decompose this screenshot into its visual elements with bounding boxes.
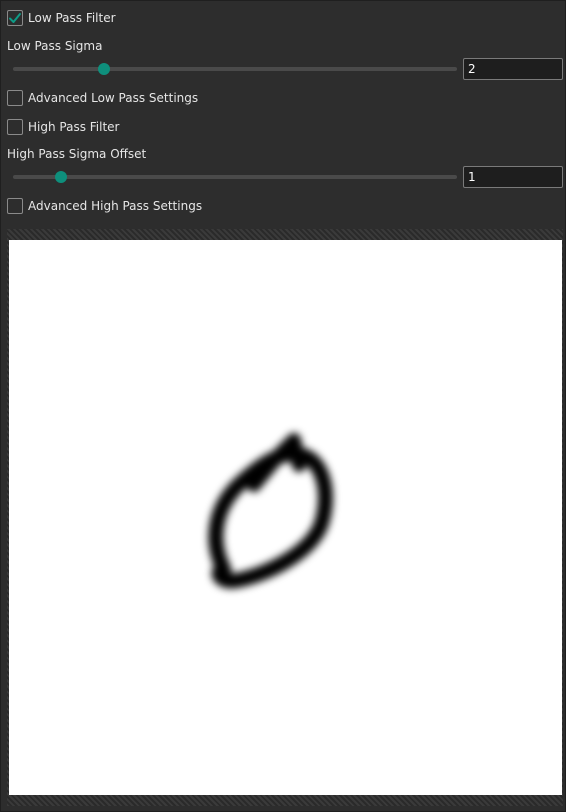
low-pass-sigma-label: Low Pass Sigma [7,39,103,53]
advanced-high-pass-checkbox[interactable] [7,198,23,214]
filter-panel: Low Pass Filter Low Pass Sigma Advanced … [0,0,566,812]
low-pass-sigma-input[interactable] [463,58,563,80]
advanced-low-pass-row[interactable]: Advanced Low Pass Settings [7,90,198,106]
high-pass-offset-input[interactable] [463,166,563,188]
low-pass-sigma-slider[interactable] [13,67,457,71]
low-pass-filter-checkbox[interactable] [7,10,23,26]
high-pass-offset-slider-handle[interactable] [55,171,67,183]
advanced-low-pass-checkbox[interactable] [7,90,23,106]
high-pass-filter-checkbox[interactable] [7,119,23,135]
image-preview-panel [7,229,563,806]
high-pass-sigma-offset-label: High Pass Sigma Offset [7,147,147,161]
low-pass-filter-label: Low Pass Filter [28,11,116,25]
high-pass-offset-slider[interactable] [13,175,457,179]
low-pass-filter-row[interactable]: Low Pass Filter [7,10,116,26]
low-pass-sigma-slider-handle[interactable] [98,63,110,75]
high-pass-filter-label: High Pass Filter [28,120,120,134]
advanced-high-pass-label: Advanced High Pass Settings [28,199,203,213]
checkmark-icon [9,13,21,23]
advanced-high-pass-row[interactable]: Advanced High Pass Settings [7,198,202,214]
advanced-low-pass-label: Advanced Low Pass Settings [28,91,199,105]
high-pass-filter-row[interactable]: High Pass Filter [7,119,119,135]
digit-zero-image [208,433,333,589]
high-pass-offset-label-row: High Pass Sigma Offset [7,147,146,161]
low-pass-sigma-label-row: Low Pass Sigma [7,39,102,53]
image-preview-canvas [9,240,562,795]
